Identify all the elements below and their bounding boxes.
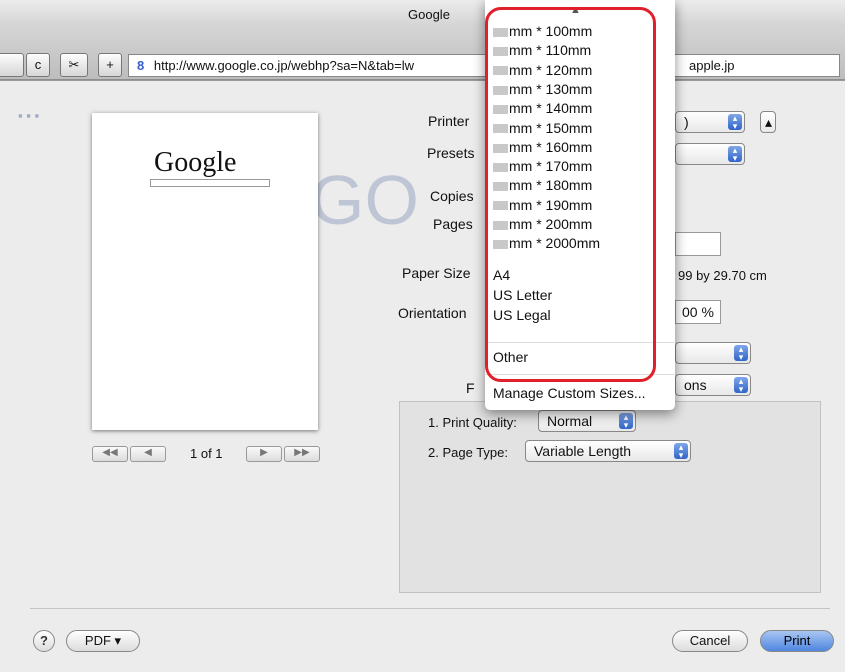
help-button[interactable]: ? xyxy=(33,630,55,652)
cancel-button[interactable]: Cancel xyxy=(672,630,748,652)
menu-item-custom-size[interactable]: mm * 200mm xyxy=(493,215,592,233)
size-swatch-icon xyxy=(493,124,508,134)
pdf-button[interactable]: PDF ▾ xyxy=(66,630,140,652)
menu-item-label: mm * 130mm xyxy=(509,80,593,97)
reload-button[interactable]: c xyxy=(26,53,50,77)
menu-item-a4[interactable]: A4 xyxy=(493,266,510,284)
scroll-up-arrow-icon[interactable]: ▲ xyxy=(570,4,581,16)
preview-google-logo: Google xyxy=(154,147,237,178)
menu-item-label: mm * 140mm xyxy=(509,100,593,117)
size-swatch-icon xyxy=(493,104,508,114)
page-type-popup[interactable]: Variable Length ▴ ▾ xyxy=(525,440,691,462)
window-titlebar: Google xyxy=(0,0,845,27)
google-favicon-icon: 8 xyxy=(137,58,145,73)
menu-item-label: mm * 190mm xyxy=(509,196,593,213)
print-preview: Google xyxy=(92,113,318,430)
menu-item-custom-size[interactable]: mm * 120mm xyxy=(493,61,592,79)
last-page-button[interactable]: ▶▶ xyxy=(284,446,320,462)
print-quality-stepper-icon: ▴ ▾ xyxy=(619,413,633,430)
menu-item-custom-size[interactable]: mm * 100mm xyxy=(493,22,592,40)
orientation-label: Orientation xyxy=(398,305,467,321)
menu-item-label: mm * 180mm xyxy=(509,177,593,194)
browser-toolbar: c ✂ + 8 http://www.google.co.jp/webhp?sa… xyxy=(0,27,845,80)
page-counter: 1 of 1 xyxy=(190,446,223,461)
paper-size-label: Paper Size xyxy=(402,265,471,281)
menu-item-custom-size[interactable]: mm * 110mm xyxy=(493,41,591,59)
menu-item-other[interactable]: Other xyxy=(493,348,528,366)
menu-item-label: mm * 150mm xyxy=(509,119,593,136)
menu-item-custom-size[interactable]: mm * 180mm xyxy=(493,176,592,194)
menu-separator xyxy=(485,342,675,343)
section-stepper-icon: ▴ ▾ xyxy=(734,345,748,362)
background-logo-fragment: GO xyxy=(310,161,419,239)
size-swatch-icon xyxy=(493,66,508,76)
print-button[interactable]: Print xyxy=(760,630,834,652)
size-swatch-icon xyxy=(493,143,508,153)
url-right-text: apple.jp xyxy=(689,58,735,73)
size-swatch-icon xyxy=(493,162,508,172)
size-swatch-icon xyxy=(493,47,508,57)
menu-item-custom-size[interactable]: mm * 140mm xyxy=(493,99,592,117)
printer-popup[interactable]: ) ▴ ▾ xyxy=(675,111,745,133)
copies-label: Copies xyxy=(430,188,474,204)
menu-separator xyxy=(485,374,675,375)
presets-label: Presets xyxy=(427,145,475,161)
menu-item-custom-size[interactable]: mm * 170mm xyxy=(493,157,592,175)
pages-label: Pages xyxy=(433,216,473,232)
feature-popup-value: ons xyxy=(684,377,707,393)
page-type-label: 2. Page Type: xyxy=(428,445,508,460)
add-bookmark-button[interactable]: + xyxy=(98,53,122,77)
page-type-stepper-icon: ▴ ▾ xyxy=(674,443,688,460)
feature-stepper-icon: ▴ ▾ xyxy=(734,377,748,394)
printer-label: Printer xyxy=(428,113,470,129)
menu-item-custom-size[interactable]: mm * 130mm xyxy=(493,80,592,98)
scale-field[interactable]: 00 % xyxy=(675,300,721,324)
print-quality-value: Normal xyxy=(547,413,593,429)
printer-stepper-icon: ▴ ▾ xyxy=(728,114,742,131)
next-page-button[interactable]: ▶ xyxy=(246,446,282,462)
section-popup[interactable]: ▴ ▾ xyxy=(675,342,751,364)
snippet-icon[interactable]: ✂ xyxy=(60,53,88,77)
size-swatch-icon xyxy=(493,201,508,211)
menu-item-custom-size[interactable]: mm * 150mm xyxy=(493,119,592,137)
size-swatch-icon xyxy=(493,182,508,192)
menu-item-custom-size[interactable]: mm * 190mm xyxy=(493,196,592,214)
preview-search-box xyxy=(150,179,270,187)
size-swatch-icon xyxy=(493,85,508,95)
copies-field[interactable] xyxy=(675,232,721,256)
page-type-value: Variable Length xyxy=(534,443,632,459)
presets-popup[interactable]: ▴ ▾ xyxy=(675,143,745,165)
menu-item-label: mm * 160mm xyxy=(509,138,593,155)
menu-item-label: mm * 120mm xyxy=(509,61,593,78)
prev-page-button[interactable]: ◀ xyxy=(130,446,166,462)
printer-disclosure-button[interactable]: ▴ xyxy=(760,111,776,133)
menu-item-us-legal[interactable]: US Legal xyxy=(493,306,551,324)
back-button[interactable] xyxy=(0,53,24,77)
background-page-text: ▪ ▪ ▪ xyxy=(18,108,40,123)
paper-size-menu: ▲ mm * 100mm mm * 110mm mm * 120mm mm * 130… xyxy=(485,0,675,410)
size-swatch-icon xyxy=(493,27,508,37)
menu-item-label: mm * 200mm xyxy=(509,216,593,232)
address-bar[interactable]: 8 http://www.google.co.jp/webhp?sa=N&tab… xyxy=(128,54,840,77)
f-label: F xyxy=(466,380,475,396)
menu-item-label: mm * 2000mm xyxy=(509,235,601,252)
url-text: http://www.google.co.jp/webhp?sa=N&tab=l… xyxy=(153,58,415,73)
paper-size-dimensions: 99 by 29.70 cm xyxy=(678,268,767,283)
menu-item-manage-custom-sizes[interactable]: Manage Custom Sizes... xyxy=(493,384,646,402)
menu-item-us-letter[interactable]: US Letter xyxy=(493,286,552,304)
print-quality-popup[interactable]: Normal ▴ ▾ xyxy=(538,410,636,432)
window-title: Google xyxy=(408,7,450,22)
menu-item-custom-size[interactable]: mm * 160mm xyxy=(493,138,592,156)
size-swatch-icon xyxy=(493,220,508,230)
menu-item-label: mm * 110mm xyxy=(509,42,592,59)
size-swatch-icon xyxy=(493,240,508,250)
menu-item-label: mm * 170mm xyxy=(509,158,593,175)
menu-item-label: mm * 100mm xyxy=(509,23,593,39)
bottom-divider xyxy=(30,608,830,609)
first-page-button[interactable]: ◀◀ xyxy=(92,446,128,462)
print-quality-label: 1. Print Quality: xyxy=(428,415,517,430)
feature-popup[interactable]: ons ▴ ▾ xyxy=(675,374,751,396)
menu-item-custom-size[interactable]: mm * 2000mm xyxy=(493,234,600,252)
presets-stepper-icon: ▴ ▾ xyxy=(728,146,742,163)
